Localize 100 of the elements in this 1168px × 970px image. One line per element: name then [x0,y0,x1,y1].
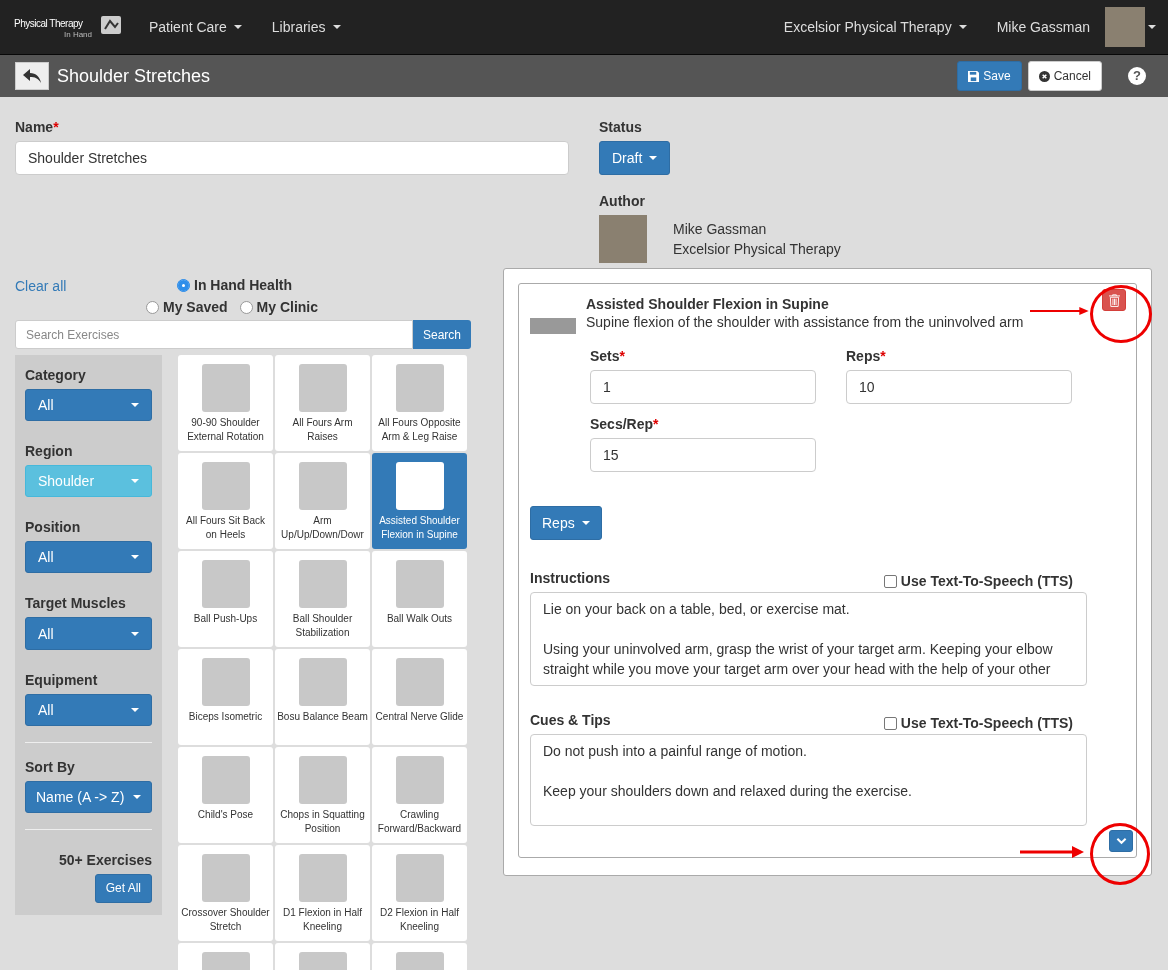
photo-placeholder [395,756,444,804]
photo-placeholder [201,364,250,412]
exercise-tile[interactable]: Child's Pose [178,747,273,843]
annotation-circle [1090,823,1150,885]
tts-checkbox[interactable]: Use Text-To-Speech (TTS) [883,570,1087,592]
logo-mark-icon [100,15,122,35]
exercise-tile[interactable]: Central Nerve Glide [372,649,467,745]
field-label: Cues & Tips [530,712,611,728]
search-field[interactable]: Search Exercises [15,320,413,349]
sort-dropdown[interactable]: Name (A -> Z) [25,780,153,813]
get-all-button[interactable]: Get All [94,873,152,903]
photo-placeholder [395,560,444,608]
author-name: Mike Gassman [673,220,768,239]
exercise-tile[interactable]: Ball Push-Ups [178,551,273,647]
filter-label: Target Muscles [25,595,126,612]
field-label: Reps* [846,348,887,364]
text-area[interactable]: Lie on your back on a table, bed, or exercise mat. Using your uninvolved arm, grasp the wrist of your target arm. Keeping your elbow straight while you move your target arm over your head with the help of your other [530,592,1087,686]
field-label: Sets* [590,348,627,364]
photo-placeholder [395,658,444,706]
text-area[interactable]: Do not push into a painful range of motion. Keep your shoulders down and relaxed during the exercise. [530,734,1087,826]
number-input[interactable]: 1 [590,370,816,404]
annotation-circle [1090,285,1152,343]
photo-placeholder [201,560,250,608]
field-label: Secs/Rep* [590,416,660,432]
photo-placeholder [530,318,576,334]
number-input[interactable]: 15 [590,438,816,472]
source-radio[interactable]: In Hand Health [177,277,292,293]
field-label: Name* [15,119,60,135]
filter-dropdown[interactable]: All [25,541,152,574]
cancel-icon [1038,70,1050,82]
photo-placeholder [395,854,444,902]
filter-label: Position [25,519,81,536]
search-button[interactable]: Search [412,320,471,349]
filter-dropdown[interactable]: All [25,693,152,726]
exercise-tile[interactable]: D1 Flexion in Half Kneeling [275,845,370,941]
exercise-tile[interactable]: 90-90 Shoulder External Rotation [178,355,273,451]
user-menu[interactable]: Mike Gassman [981,19,1105,35]
filter-label: Equipment [25,671,98,688]
photo-placeholder [298,854,347,902]
annotation-arrow [1020,846,1086,858]
exercise-tile[interactable]: D2 Flexion in Half Kneeling [372,845,467,941]
exercise-tile[interactable]: Crawling Forward/Backward [372,747,467,843]
number-input[interactable]: 10 [846,370,1072,404]
exercise-tile[interactable]: All Fours Arm Raises [275,355,370,451]
photo-placeholder [201,658,250,706]
exercise-tile[interactable]: Bosu Balance Beam [275,649,370,745]
photo-placeholder [395,462,444,510]
exercise-count: 50+ Exercises [58,851,152,868]
exercise-title: Assisted Shoulder Flexion in Supine [586,296,830,312]
clinic-menu[interactable]: Excelsior Physical Therapy [768,19,982,35]
caret-icon[interactable] [1148,25,1156,29]
back-button[interactable] [15,62,49,90]
photo-placeholder [298,364,347,412]
filter-dropdown[interactable]: All [25,617,152,650]
field-label: Status [599,119,643,135]
chevron-down-icon [1115,837,1127,845]
photo-placeholder [298,560,347,608]
exercise-tile[interactable]: Ball Shoulder Stabilization [275,551,370,647]
photo-placeholder [298,462,347,510]
exercise-tile[interactable]: All Fours Sit Back on Heels [178,453,273,549]
author-clinic: Excelsior Physical Therapy [673,240,841,259]
exercise-tile[interactable]: Assisted Shoulder Flexion in Supine [372,453,467,549]
source-radio[interactable]: My Saved [146,299,228,315]
name-input[interactable]: Shoulder Stretches [15,141,569,175]
filter-label: Category [25,367,86,383]
annotation-arrow [1030,307,1090,315]
exercise-tile[interactable]: Ball Walk Outs [372,551,467,647]
save-button[interactable]: Save [957,61,1022,91]
source-radio[interactable]: My Clinic [239,299,319,315]
move-down-button[interactable] [1109,830,1133,852]
photo-placeholder [298,658,347,706]
field-label: Author [599,193,646,209]
exercise-tile[interactable]: All Fours Opposite Arm & Leg Raise [372,355,467,451]
delete-button[interactable] [1102,289,1126,311]
nav-menu[interactable]: Libraries [256,19,356,35]
trash-icon [1108,293,1120,307]
filter-label: Region [25,443,73,460]
author-photo [599,215,647,263]
page-title: Shoulder Stretches [57,65,211,87]
exercise-description: Supine flexion of the shoulder with assistance from the uninvolved arm [586,314,1024,330]
photo-placeholder [201,462,250,510]
exercise-tile[interactable]: Arm Up/Up/Down/Dowr [275,453,370,549]
back-arrow-icon [22,68,42,84]
mode-dropdown[interactable]: Reps [530,506,602,540]
tts-checkbox[interactable]: Use Text-To-Speech (TTS) [883,712,1087,734]
exercise-tile[interactable]: Chops in Squatting Position [275,747,370,843]
photo-placeholder [201,756,250,804]
photo-placeholder [201,854,250,902]
logo-text: Physical Therapy [14,18,83,29]
nav-menu[interactable]: Patient Care [134,19,257,35]
cancel-button[interactable]: Cancel [1027,61,1102,91]
exercise-tile[interactable]: Biceps Isometric [178,649,273,745]
status-dropdown[interactable]: Draft [599,141,671,175]
exercise-tile[interactable]: Crossover Shoulder Stretch [178,845,273,941]
floppy-icon [968,70,980,82]
field-label: Instructions [530,570,611,586]
help-button[interactable]: ? [1128,67,1146,85]
photo-placeholder [298,756,347,804]
filter-dropdown[interactable]: All [25,389,152,422]
filter-label: Sort By [25,758,75,775]
